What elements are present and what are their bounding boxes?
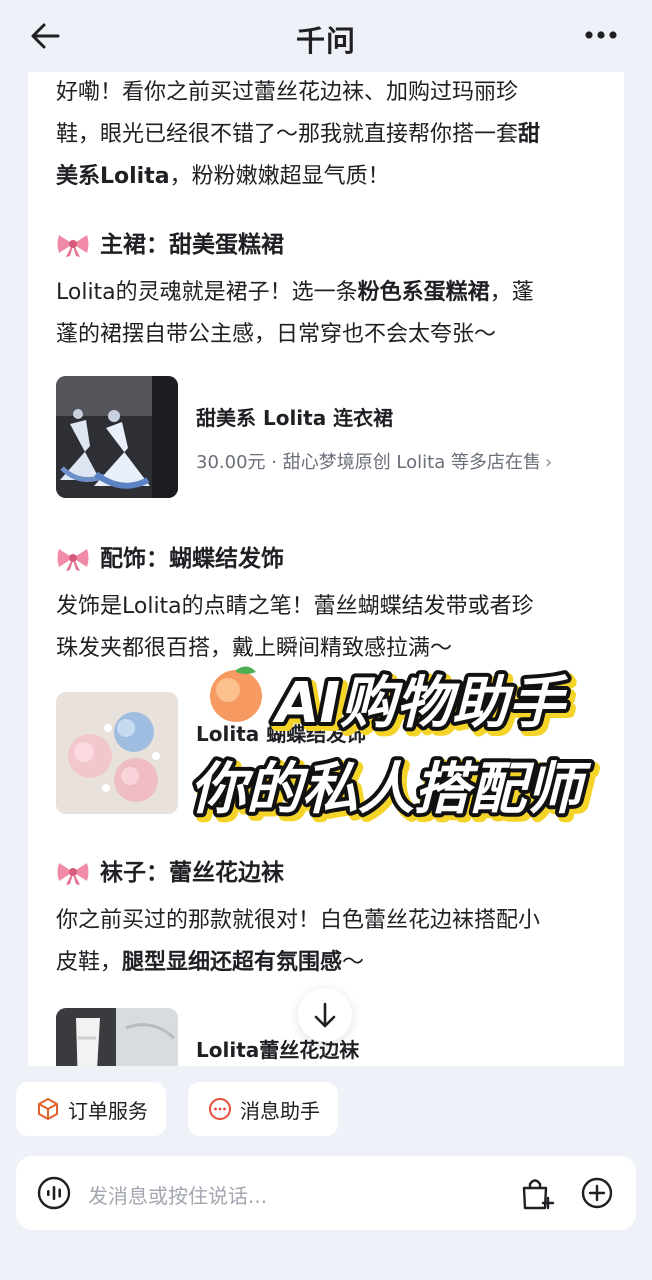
product-meta-dress: 30.00元 · 甜心梦境原创 Lolita 等多店在售 › bbox=[196, 452, 553, 473]
message-input-bar: 发消息或按住说话... bbox=[16, 1156, 636, 1230]
section-heading-dress: 主裙：甜美蛋糕裙 bbox=[56, 228, 284, 262]
section-1-line-1: Lolita的灵魂就是裙子！选一条粉色系蛋糕裙，蓬 bbox=[56, 280, 534, 305]
package-icon bbox=[38, 1098, 58, 1120]
top-bar: 千问 bbox=[0, 0, 652, 72]
chat-message-card: 好嘞！看你之前买过蕾丝花边袜、加购过玛丽珍 鞋，眼光已经很不错了～那我就直接帮你… bbox=[28, 72, 624, 1066]
product-card-dress[interactable]: 甜美系 Lolita 连衣裙 30.00元 · 甜心梦境原创 Lolita 等多… bbox=[56, 376, 604, 498]
message-dots-icon bbox=[209, 1098, 231, 1120]
section-1-line-2: 蓬的裙摆自带公主感，日常穿也不会太夸张～ bbox=[56, 322, 497, 347]
product-image-socks bbox=[56, 1008, 178, 1066]
page-title: 千问 bbox=[295, 24, 356, 58]
order-service-chip[interactable]: 订单服务 bbox=[16, 1082, 166, 1136]
ribbon-bow-icon bbox=[57, 549, 89, 571]
shopping-bag-add-icon[interactable] bbox=[518, 1174, 556, 1212]
ribbon-bow-icon bbox=[57, 235, 89, 257]
intro-line-3: 美系Lolita，粉粉嫩嫩超显气质！ bbox=[56, 164, 390, 189]
scroll-to-bottom-button[interactable] bbox=[298, 988, 352, 1042]
overlay-line-2: 你的私人搭配师 bbox=[190, 757, 592, 822]
product-image-dress bbox=[56, 376, 178, 498]
peach-icon bbox=[210, 666, 262, 722]
bottom-safe-area bbox=[0, 1240, 652, 1280]
message-assistant-label: 消息助手 bbox=[240, 1098, 320, 1123]
add-icon[interactable] bbox=[580, 1176, 614, 1210]
overlay-line-1: AI购物助手 bbox=[272, 671, 569, 736]
message-input[interactable]: 发消息或按住说话... bbox=[88, 1180, 267, 1209]
intro-line-1: 好嘞！看你之前买过蕾丝花边袜、加购过玛丽珍 bbox=[56, 80, 519, 105]
section-heading-socks: 袜子：蕾丝花边袜 bbox=[56, 856, 284, 890]
product-name-dress: 甜美系 Lolita 连衣裙 bbox=[196, 406, 394, 430]
promo-overlay: AI购物助手 AI购物助手 你的私人搭配师 你的私人搭配师 bbox=[186, 666, 601, 830]
voice-input-icon[interactable] bbox=[36, 1175, 72, 1211]
section-2-line-1: 发饰是Lolita的点睛之笔！蕾丝蝴蝶结发带或者珍 bbox=[56, 594, 534, 619]
section-3-line-2: 皮鞋，腿型显细还超有氛围感～ bbox=[56, 950, 365, 975]
section-heading-accessory: 配饰：蝴蝶结发饰 bbox=[56, 542, 284, 576]
message-assistant-chip[interactable]: 消息助手 bbox=[188, 1082, 338, 1136]
chevron-right-icon: › bbox=[544, 452, 553, 473]
order-service-label: 订单服务 bbox=[68, 1098, 148, 1123]
section-3-line-1: 你之前买过的那款就很对！白色蕾丝花边袜搭配小 bbox=[56, 908, 541, 933]
intro-line-2: 鞋，眼光已经很不错了～那我就直接帮你搭一套甜 bbox=[56, 122, 541, 147]
more-options-icon[interactable] bbox=[584, 30, 618, 40]
product-image-hair-accessory bbox=[56, 692, 178, 814]
ribbon-bow-icon bbox=[57, 863, 89, 885]
arrow-down-icon bbox=[314, 1002, 336, 1028]
